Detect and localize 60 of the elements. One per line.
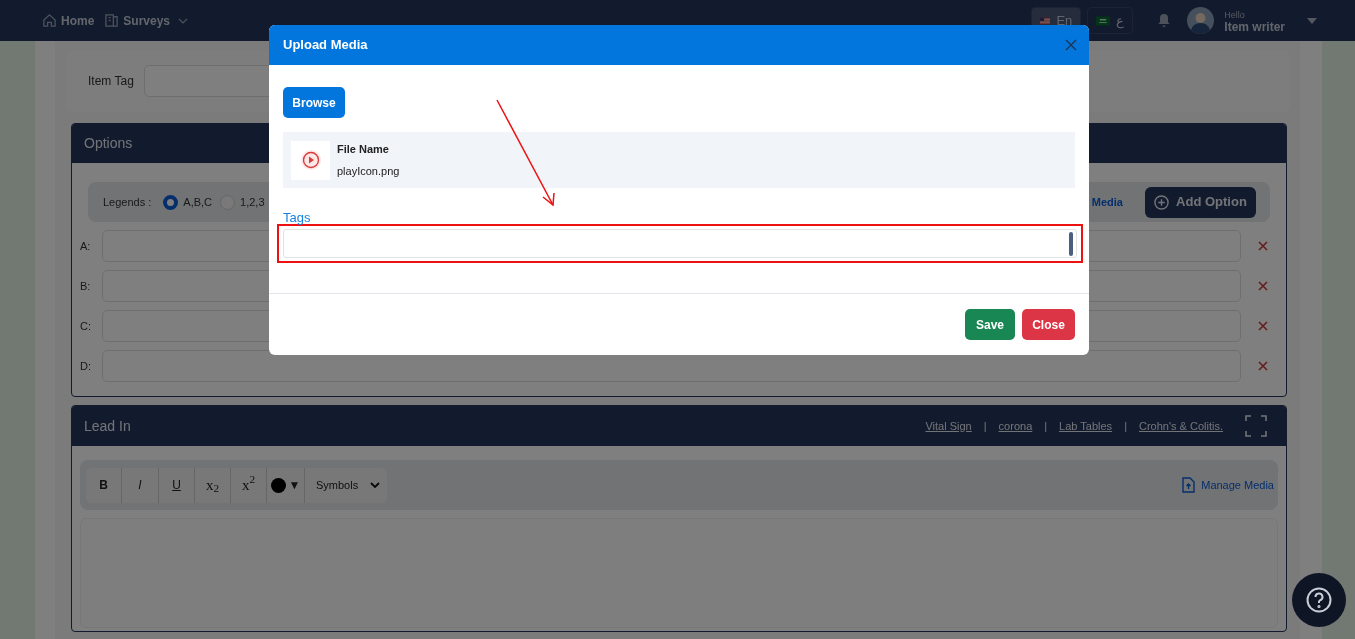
italic-button[interactable]: I xyxy=(122,467,159,503)
reference-link[interactable]: Vital Sign xyxy=(925,417,972,435)
add-option-button[interactable]: Add Option xyxy=(1145,186,1256,218)
caret-icon[interactable] xyxy=(1307,17,1317,24)
file-name: playIcon.png xyxy=(337,164,400,179)
delete-icon[interactable] xyxy=(1258,361,1268,371)
symbols-select[interactable]: Symbols xyxy=(305,467,387,503)
play-icon xyxy=(299,149,322,171)
card-title: Options xyxy=(84,134,133,153)
fullscreen-icon[interactable] xyxy=(1245,415,1267,437)
separator-text: | xyxy=(1124,418,1127,434)
bold-button[interactable]: B xyxy=(86,467,122,503)
bell-icon[interactable] xyxy=(1157,13,1172,28)
option-label: D: xyxy=(80,358,92,374)
book-icon xyxy=(104,13,120,28)
avatar-icon[interactable] xyxy=(1187,7,1215,34)
separator-text: | xyxy=(983,418,987,434)
help-button[interactable] xyxy=(1292,573,1346,627)
radio-option[interactable]: 1,2,3 xyxy=(220,193,265,211)
card-title: Lead In xyxy=(84,416,131,436)
nav-link[interactable]: Home xyxy=(42,11,95,30)
nav-link[interactable]: Surveys xyxy=(104,11,189,30)
tags-field[interactable] xyxy=(283,229,1077,258)
greeting-text: Hello xyxy=(1224,8,1246,21)
file-name-heading: File Name xyxy=(337,141,390,157)
field-label: Tags xyxy=(283,210,311,226)
script-button[interactable]: x$_{2}$ xyxy=(195,467,231,503)
color-swatch xyxy=(270,477,286,493)
help-icon xyxy=(1306,587,1332,613)
legends-label: Legends : xyxy=(103,194,152,210)
media-link[interactable]: Media xyxy=(1091,193,1123,211)
option-label: C: xyxy=(80,318,92,334)
chevron-down-icon xyxy=(370,482,381,488)
field-label: Item Tag xyxy=(88,73,134,90)
language-button[interactable]: ع xyxy=(1087,7,1134,34)
radio-option[interactable]: A,B,C xyxy=(163,193,213,211)
delete-icon[interactable] xyxy=(1258,281,1268,291)
manage-media-link[interactable]: Manage Media xyxy=(1182,476,1274,494)
reference-link[interactable]: Lab Tables xyxy=(1059,417,1113,435)
user-name[interactable]: Item writer xyxy=(1224,20,1285,33)
radio-icon[interactable] xyxy=(163,194,179,210)
color-picker[interactable]: ▼ xyxy=(267,467,305,503)
script-button[interactable]: x$^{2}$ xyxy=(231,467,267,503)
option-label: A: xyxy=(80,238,92,254)
save-button[interactable]: Save xyxy=(965,309,1015,340)
underline-button[interactable]: U xyxy=(159,467,195,503)
file-upload-icon xyxy=(1182,477,1196,493)
reference-link[interactable]: Crohn's & Colitis. xyxy=(1139,417,1223,435)
close-icon[interactable] xyxy=(1065,39,1077,51)
home-icon xyxy=(42,13,57,28)
delete-icon[interactable] xyxy=(1258,241,1268,251)
dialog-title: Upload Media xyxy=(283,36,368,55)
reference-link[interactable]: corona xyxy=(998,417,1033,435)
browse-button[interactable]: Browse xyxy=(283,87,345,118)
separator-text: | xyxy=(1044,418,1048,434)
plus-circle-icon xyxy=(1154,194,1170,210)
close-button[interactable]: Close xyxy=(1022,309,1075,340)
option-label: B: xyxy=(80,278,92,294)
scroll-handle xyxy=(1069,231,1073,256)
delete-icon[interactable] xyxy=(1258,321,1268,331)
